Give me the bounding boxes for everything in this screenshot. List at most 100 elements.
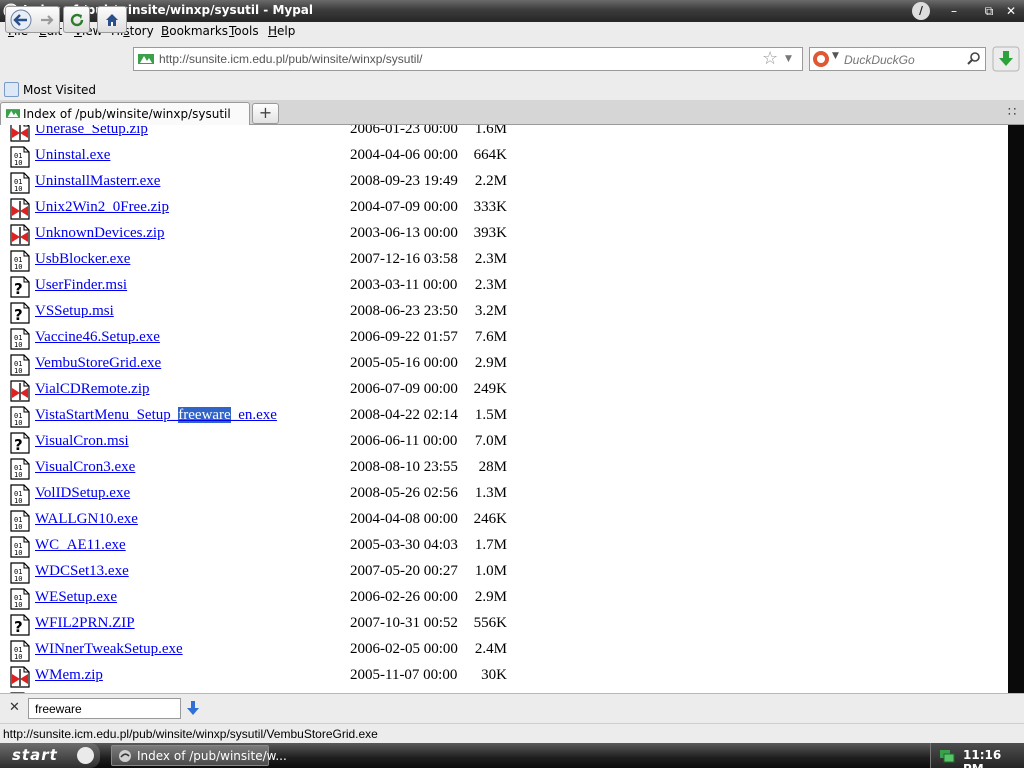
search-input[interactable] [844, 52, 964, 67]
binary-file-icon: 0110 [10, 406, 30, 428]
table-row: 01 10 WINnerTweakSetup.exe 2006-02-05 00:00… [0, 638, 1008, 664]
download-arrow-icon[interactable] [992, 46, 1020, 72]
file-date: 2008-08-10 23:55 [350, 459, 458, 475]
svg-text:10: 10 [14, 575, 22, 583]
svg-text:10: 10 [14, 419, 22, 427]
svg-text:10: 10 [14, 159, 22, 167]
file-link[interactable]: UsbBlocker.exe [35, 251, 130, 268]
file-date: 2007-10-31 00:52 [350, 615, 458, 631]
file-size: 556K [473, 615, 507, 631]
svg-text:10: 10 [14, 497, 22, 505]
duckduckgo-icon[interactable] [813, 51, 829, 67]
file-link[interactable]: WALLGN10.exe [35, 511, 138, 528]
file-link[interactable]: UninstallMasterr.exe [35, 173, 160, 190]
zip-file-icon [10, 666, 30, 688]
site-favicon-icon [138, 54, 154, 64]
home-icon [106, 13, 118, 26]
binary-file-icon: 0110 [10, 354, 30, 376]
new-tab-button[interactable]: + [252, 103, 279, 124]
binary-file-icon: 0110 [10, 250, 30, 272]
url-bar[interactable]: ☆ ▼ [133, 47, 803, 71]
mypal-overflow-icon[interactable]: ∕ [912, 2, 930, 20]
file-link[interactable]: WC_AE11.exe [35, 537, 126, 554]
list-all-tabs-icon[interactable]: ∷ [1008, 105, 1016, 120]
file-link[interactable]: WDCSet13.exe [35, 563, 129, 580]
home-button[interactable] [97, 6, 127, 33]
tab-label: Index of /pub/winsite/winxp/sysutil [23, 107, 231, 121]
close-button[interactable]: ✕ [1002, 3, 1020, 19]
start-button[interactable]: start [0, 743, 100, 768]
svg-text:10: 10 [14, 185, 22, 193]
file-date: 2007-12-16 03:58 [350, 251, 458, 267]
file-link[interactable]: VembuStoreGrid.exe [35, 355, 161, 372]
file-link[interactable]: VisualCron.msi [35, 433, 129, 450]
svg-text:10: 10 [14, 263, 22, 271]
table-row: 01 10 VembuStoreGrid.exe 2005-05-16 00:00 2.… [0, 352, 1008, 378]
file-date: 2005-11-07 00:00 [350, 667, 458, 683]
file-date: 2004-04-06 00:00 [350, 147, 458, 163]
file-link[interactable]: WMem.zip [35, 667, 103, 684]
binary-file-icon: 0110 [10, 172, 30, 194]
find-input[interactable] [28, 698, 181, 719]
file-size: 249K [473, 381, 507, 397]
file-link[interactable]: WESetup.exe [35, 589, 117, 606]
reload-button[interactable] [63, 6, 90, 33]
tab-strip: Index of /pub/winsite/winxp/sysutil + ∷ [0, 100, 1024, 125]
url-dropdown-icon[interactable]: ▼ [785, 49, 792, 69]
file-link[interactable]: VisualCron3.exe [35, 459, 135, 476]
file-date: 2006-07-09 00:00 [350, 381, 458, 397]
binary-file-icon: 0110 [10, 640, 30, 662]
file-link[interactable]: Uninstal.exe [35, 147, 110, 164]
file-size: 2.3M [474, 251, 507, 267]
binary-file-icon: 0110 [10, 562, 30, 584]
svg-text:10: 10 [14, 653, 22, 661]
tab-current[interactable]: Index of /pub/winsite/winxp/sysutil [0, 102, 250, 125]
file-size: 2.4M [474, 641, 507, 657]
menu-tools[interactable]: Tools [229, 24, 259, 38]
file-size: 2.2M [474, 173, 507, 189]
menu-help[interactable]: Help [268, 24, 295, 38]
vertical-scrollbar[interactable] [1008, 125, 1024, 693]
binary-file-icon: 0110 [10, 328, 30, 350]
file-size: 1.0M [474, 563, 507, 579]
taskbar: start Index of /pub/winsite/w... 11:16 P… [0, 743, 1024, 768]
file-size: 7.6M [474, 329, 507, 345]
search-engine-dropdown-icon[interactable]: ▼ [832, 51, 839, 61]
bookmark-star-icon[interactable]: ☆ [762, 49, 778, 69]
file-link[interactable]: WINnerTweakSetup.exe [35, 641, 183, 658]
file-date: 2006-09-22 01:57 [350, 329, 458, 345]
taskbar-app-icon [119, 750, 131, 762]
search-icon[interactable] [966, 51, 982, 67]
file-link[interactable]: VolIDSetup.exe [35, 485, 130, 502]
unknown-file-icon: ? [10, 432, 30, 454]
file-size: 2.9M [474, 589, 507, 605]
taskbar-item-browser[interactable]: Index of /pub/winsite/w... [111, 745, 287, 766]
file-link[interactable]: Vaccine46.Setup.exe [35, 329, 160, 346]
file-link[interactable]: Unerase_Setup.zip [35, 125, 148, 138]
find-close-icon[interactable]: ✕ [9, 700, 20, 715]
table-row: ? UserFinder.msi 2003-03-11 00:00 2.3M [0, 274, 1008, 300]
search-bar[interactable]: ▼ [809, 47, 986, 71]
url-input[interactable] [159, 51, 759, 67]
menu-bookmarks[interactable]: Bookmarks [161, 24, 228, 38]
svg-text:10: 10 [14, 471, 22, 479]
unknown-file-icon: ? [10, 302, 30, 324]
file-link[interactable]: UserFinder.msi [35, 277, 127, 294]
zip-file-icon [10, 125, 30, 142]
network-icon[interactable] [939, 747, 955, 763]
file-link[interactable]: VistaStartMenu_Setup_freeware_en.exe [35, 407, 277, 424]
file-link[interactable]: Unix2Win2_0Free.zip [35, 199, 169, 216]
file-link[interactable]: WFIL2PRN.ZIP [35, 615, 135, 632]
most-visited-bookmark[interactable]: Most Visited [23, 83, 96, 97]
file-link[interactable]: VialCDRemote.zip [35, 381, 150, 398]
file-size: 1.6M [474, 125, 507, 137]
svg-text:?: ? [14, 280, 23, 298]
minimize-button[interactable]: – [945, 3, 963, 19]
maximize-button[interactable]: ⧉ [980, 3, 998, 19]
file-link[interactable]: UnknownDevices.zip [35, 225, 165, 242]
title-bar: Index of /pub/winsite/winxp/sysutil - My… [0, 0, 1024, 22]
table-row: 01 10 WESetup.exe 2006-02-26 00:00 2.9M [0, 586, 1008, 612]
file-link[interactable]: VSSetup.msi [35, 303, 114, 320]
find-next-arrow-icon[interactable] [186, 700, 200, 716]
back-arrow-icon[interactable] [8, 9, 58, 31]
